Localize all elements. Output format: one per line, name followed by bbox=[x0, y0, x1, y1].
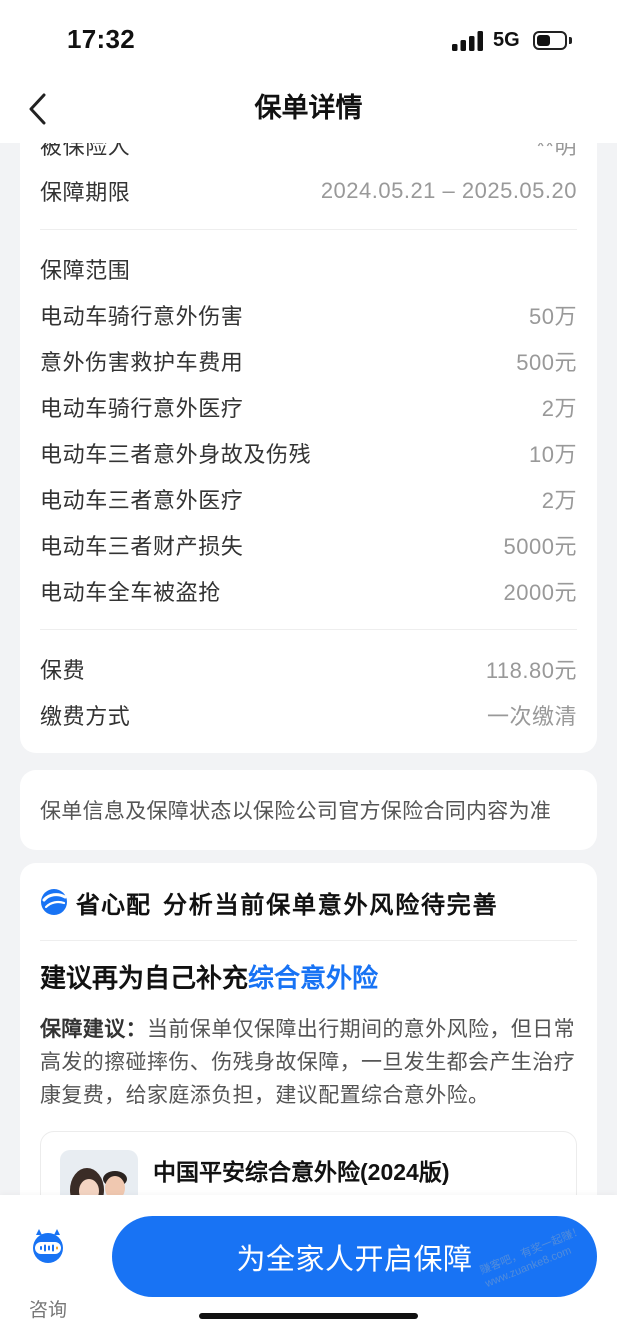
advice-label: 保障建议： bbox=[40, 1018, 147, 1041]
premium-row: 保费 118.80元 bbox=[40, 646, 577, 692]
premium-label: 保费 bbox=[40, 658, 86, 683]
coverage-item-label: 电动车骑行意外伤害 bbox=[40, 304, 244, 329]
coverage-period-label: 保障期限 bbox=[40, 180, 131, 205]
disclaimer-card: 保单信息及保障状态以保险公司官方保险合同内容为准 bbox=[20, 770, 597, 850]
insured-row: 被保险人 **明 bbox=[40, 143, 577, 168]
premium-value: 118.80元 bbox=[485, 658, 577, 683]
payment-method-value: 一次缴清 bbox=[486, 704, 577, 729]
advice-paragraph: 保障建议：当前保单仅保障出行期间的意外风险，但日常高发的擦碰摔伤、伤残身故保障，… bbox=[40, 1013, 585, 1112]
coverage-row: 电动车三者意外医疗 2万 bbox=[40, 476, 577, 522]
protect-family-button[interactable]: 为全家人开启保障 bbox=[112, 1216, 597, 1297]
consult-label: 咨询 bbox=[28, 1300, 67, 1321]
insured-value: **明 bbox=[536, 143, 577, 159]
shengxinpei-logo-icon bbox=[41, 889, 67, 915]
coverage-item-label: 电动车骑行意外医疗 bbox=[40, 396, 244, 421]
coverage-item-value: 2万 bbox=[541, 396, 577, 421]
coverage-section-title-row: 保障范围 bbox=[40, 246, 577, 292]
battery-icon bbox=[533, 31, 567, 50]
cellular-signal-icon bbox=[452, 31, 483, 51]
home-indicator[interactable] bbox=[199, 1313, 418, 1319]
coverage-item-label: 意外伤害救护车费用 bbox=[40, 350, 244, 375]
product-image bbox=[60, 1150, 138, 1195]
coverage-item-value: 50万 bbox=[529, 304, 577, 329]
coverage-row: 电动车三者意外身故及伤残 10万 bbox=[40, 430, 577, 476]
product-name: 中国平安综合意外险(2024版) bbox=[153, 1159, 450, 1185]
suggestion-title: 建议再为自己补充综合意外险 bbox=[40, 959, 378, 997]
coverage-row: 电动车三者财产损失 5000元 bbox=[40, 522, 577, 568]
bottom-action-bar: 咨询 为全家人开启保障 赚客吧，有奖一起赚！ www.zuanke8.com bbox=[0, 1195, 617, 1334]
page-title: 保单详情 bbox=[254, 93, 363, 123]
network-type: 5G bbox=[493, 29, 520, 51]
top-header: 17:32 5G 保单详情 bbox=[0, 0, 617, 143]
coverage-item-value: 10万 bbox=[529, 442, 577, 467]
status-time: 17:32 bbox=[67, 24, 135, 54]
disclaimer-text: 保单信息及保障状态以保险公司官方保险合同内容为准 bbox=[40, 800, 552, 823]
coverage-item-value: 2万 bbox=[541, 488, 577, 513]
product-card[interactable]: 中国平安综合意外险(2024版) bbox=[40, 1131, 577, 1195]
divider bbox=[40, 940, 577, 941]
coverage-section-title: 保障范围 bbox=[40, 258, 131, 283]
family-photo-image bbox=[60, 1150, 138, 1195]
coverage-row: 电动车骑行意外医疗 2万 bbox=[40, 384, 577, 430]
coverage-row: 电动车骑行意外伤害 50万 bbox=[40, 292, 577, 338]
scroll-content[interactable]: 被保险人 **明 保障期限 2024.05.21 – 2025.05.20 保障… bbox=[0, 143, 617, 1195]
recommendation-headline: 分析当前保单意外风险待完善 bbox=[163, 891, 499, 919]
coverage-period-row: 保障期限 2024.05.21 – 2025.05.20 bbox=[40, 168, 577, 214]
recommendation-header: 省心配 分析当前保单意外风险待完善 bbox=[40, 863, 498, 941]
battery-nub bbox=[569, 37, 572, 44]
coverage-row: 意外伤害救护车费用 500元 bbox=[40, 338, 577, 384]
divider bbox=[40, 229, 577, 230]
payment-method-label: 缴费方式 bbox=[40, 704, 131, 729]
coverage-item-value: 2000元 bbox=[503, 580, 577, 605]
suggestion-prefix: 建议再为自己补充 bbox=[40, 963, 249, 993]
suggestion-highlight[interactable]: 综合意外险 bbox=[248, 963, 378, 993]
customer-service-icon bbox=[33, 1229, 63, 1263]
battery-level-fill bbox=[537, 35, 550, 46]
insured-label: 被保险人 bbox=[40, 143, 131, 159]
divider bbox=[40, 629, 577, 630]
policy-info-card: 被保险人 **明 保障期限 2024.05.21 – 2025.05.20 保障… bbox=[20, 143, 597, 753]
coverage-item-value: 5000元 bbox=[503, 534, 577, 559]
recommendation-card: 省心配 分析当前保单意外风险待完善 建议再为自己补充综合意外险 保障建议：当前保… bbox=[20, 863, 597, 1195]
coverage-item-value: 500元 bbox=[516, 350, 577, 375]
coverage-item-label: 电动车全车被盗抢 bbox=[40, 580, 221, 605]
consult-button[interactable]: 咨询 bbox=[18, 1223, 78, 1321]
cta-label: 为全家人开启保障 bbox=[236, 1243, 473, 1276]
payment-method-row: 缴费方式 一次缴清 bbox=[40, 692, 577, 738]
recommendation-brand: 省心配 bbox=[76, 891, 151, 919]
coverage-row: 电动车全车被盗抢 2000元 bbox=[40, 568, 577, 614]
coverage-item-label: 电动车三者意外医疗 bbox=[40, 488, 244, 513]
coverage-item-label: 电动车三者意外身故及伤残 bbox=[40, 442, 312, 467]
coverage-period-value: 2024.05.21 – 2025.05.20 bbox=[320, 178, 577, 203]
coverage-item-label: 电动车三者财产损失 bbox=[40, 534, 244, 559]
